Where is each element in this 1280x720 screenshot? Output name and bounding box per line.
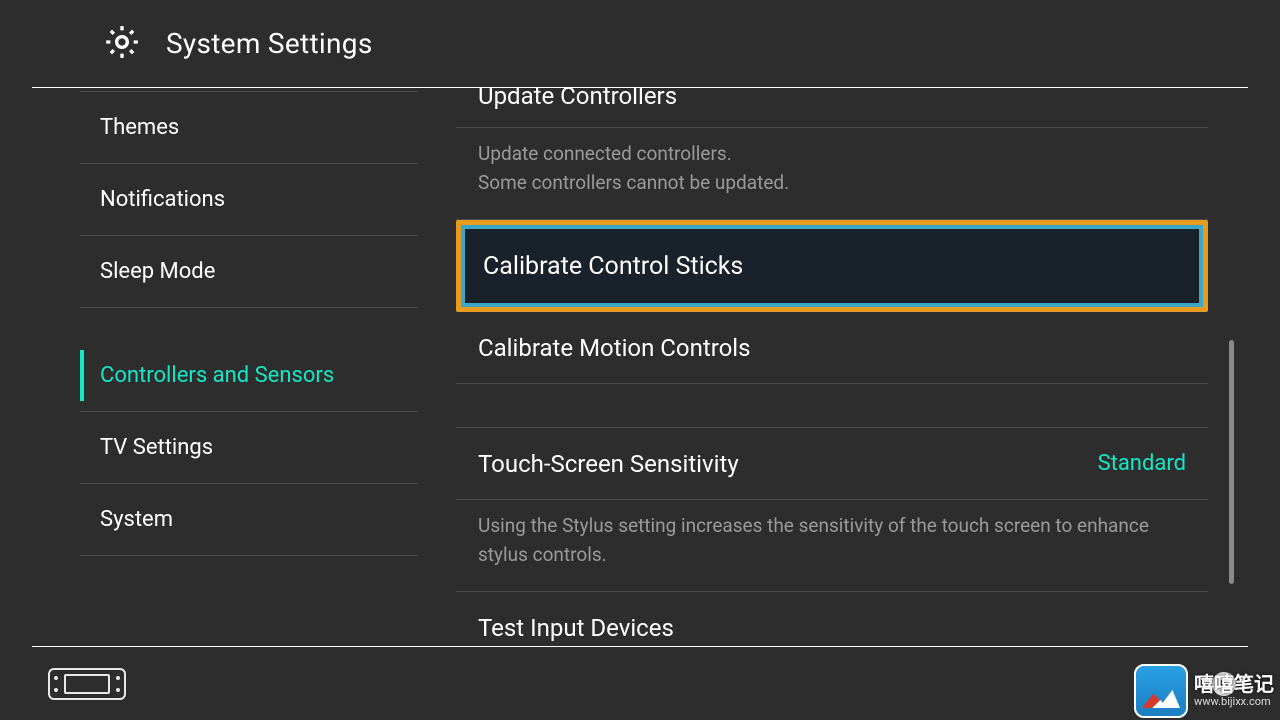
console-icon bbox=[48, 668, 126, 700]
selection-highlight-inner: Calibrate Control Sticks bbox=[461, 225, 1203, 307]
row-label: Calibrate Control Sticks bbox=[483, 252, 743, 281]
sidebar-item-themes[interactable]: Themes bbox=[80, 92, 418, 164]
row-label: Touch-Screen Sensitivity bbox=[478, 450, 739, 478]
sidebar-item-label: System bbox=[100, 507, 173, 532]
desc-touch-sensitivity: Using the Stylus setting increases the s… bbox=[456, 500, 1208, 592]
row-update-controllers[interactable]: Update Controllers bbox=[456, 88, 1208, 128]
sidebar-item-tv-settings[interactable]: TV Settings bbox=[80, 412, 418, 484]
row-calibrate-control-sticks[interactable]: Calibrate Control Sticks bbox=[456, 220, 1208, 312]
row-touch-screen-sensitivity[interactable]: Touch-Screen Sensitivity Standard bbox=[456, 428, 1208, 500]
sidebar-item-label: Controllers and Sensors bbox=[100, 363, 334, 388]
page-title: System Settings bbox=[166, 27, 373, 60]
sidebar-item-label: Notifications bbox=[100, 187, 225, 212]
sidebar-item-label: Sleep Mode bbox=[100, 259, 215, 284]
sidebar-item-label: TV Settings bbox=[100, 435, 213, 460]
content-panel: Update Controllers Update connected cont… bbox=[456, 88, 1208, 646]
sidebar-item-label: Themes bbox=[100, 115, 179, 140]
sidebar: amiibo Themes Notifications Sleep Mode C… bbox=[80, 88, 418, 646]
sidebar-item-notifications[interactable]: Notifications bbox=[80, 164, 418, 236]
sidebar-item-sleep-mode[interactable]: Sleep Mode bbox=[80, 236, 418, 308]
row-label: Test Input Devices bbox=[478, 614, 674, 642]
scrollbar-thumb[interactable] bbox=[1229, 340, 1234, 584]
row-label: Calibrate Motion Controls bbox=[478, 334, 751, 362]
row-label: Update Controllers bbox=[478, 88, 677, 110]
b-button-icon[interactable]: B bbox=[1212, 672, 1236, 696]
content-scrollbar[interactable] bbox=[1229, 118, 1234, 598]
sidebar-item-system[interactable]: System bbox=[80, 484, 418, 556]
row-calibrate-motion-controls[interactable]: Calibrate Motion Controls bbox=[456, 312, 1208, 384]
row-test-input-devices[interactable]: Test Input Devices bbox=[456, 592, 1208, 646]
section-spacer bbox=[456, 384, 1208, 428]
desc-update-controllers: Update connected controllers. Some contr… bbox=[456, 128, 1208, 220]
sidebar-item-controllers-and-sensors[interactable]: Controllers and Sensors bbox=[80, 340, 418, 412]
selection-highlight-outer: Calibrate Control Sticks bbox=[456, 220, 1208, 312]
row-value: Standard bbox=[1098, 451, 1186, 476]
settings-gear-icon bbox=[102, 22, 142, 66]
footer: B bbox=[32, 646, 1248, 720]
header: System Settings bbox=[32, 0, 1248, 88]
